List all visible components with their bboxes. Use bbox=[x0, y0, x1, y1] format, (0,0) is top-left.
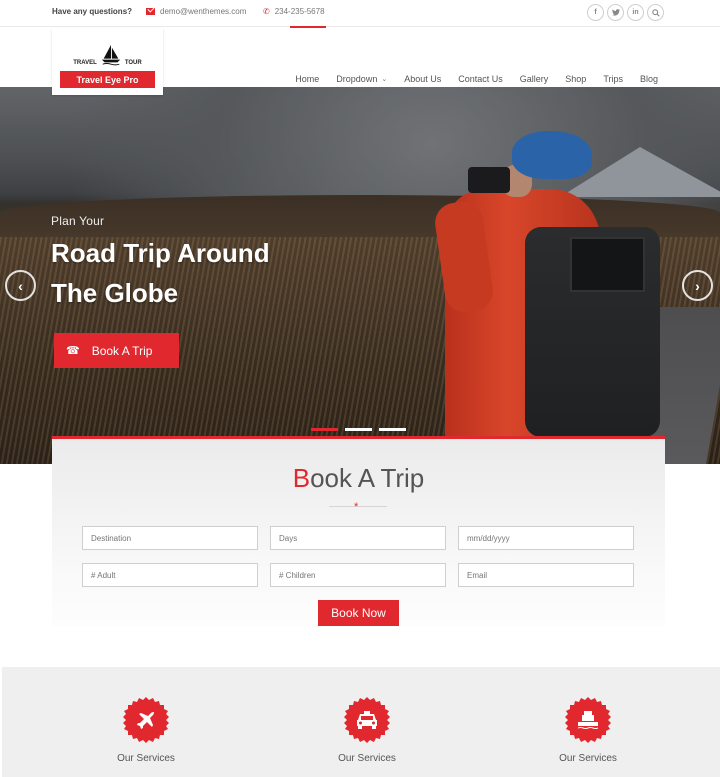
slider-next-button[interactable]: › bbox=[682, 270, 713, 301]
phone-icon: ☎ bbox=[66, 345, 80, 357]
logo-mark: TRAVEL TOUR bbox=[52, 44, 163, 66]
book-a-trip-button[interactable]: ☎ Book A Trip bbox=[54, 333, 179, 368]
linkedin-icon[interactable]: in bbox=[627, 4, 644, 21]
booking-title-initial: B bbox=[292, 463, 311, 493]
hero-slider: Plan Your Road Trip Around The Globe ☎ B… bbox=[0, 87, 720, 464]
service-item[interactable]: Our Services bbox=[287, 697, 447, 764]
service-label: Our Services bbox=[117, 753, 175, 764]
hero-photographer-image bbox=[432, 127, 670, 464]
book-now-button[interactable]: Book Now bbox=[318, 600, 399, 626]
nav-item-blog[interactable]: Blog bbox=[640, 74, 658, 84]
booking-title: Book A Trip bbox=[52, 463, 665, 494]
sailboat-icon bbox=[101, 44, 120, 66]
top-bar: Have any questions? demo@wenthemes.com ✆… bbox=[0, 0, 720, 27]
slider-dot-2[interactable] bbox=[345, 428, 372, 431]
main-nav: Home Dropdown ⌄ About Us Contact Us Gall… bbox=[295, 74, 658, 84]
nav-item-gallery[interactable]: Gallery bbox=[520, 74, 549, 84]
nav-item-contact-us[interactable]: Contact Us bbox=[458, 74, 503, 84]
service-label: Our Services bbox=[338, 753, 396, 764]
hero-title: Road Trip Around The Globe bbox=[51, 238, 270, 308]
logo-word-right: TOUR bbox=[124, 60, 142, 66]
hero-subtitle: Plan Your bbox=[51, 214, 105, 228]
envelope-icon bbox=[146, 8, 155, 15]
facebook-icon[interactable]: f bbox=[587, 4, 604, 21]
service-item[interactable]: Our Services bbox=[66, 697, 226, 764]
chevron-left-icon: ‹ bbox=[18, 277, 23, 294]
services-section: Our Services Our Services Our Services bbox=[2, 667, 720, 777]
nav-item-about-us[interactable]: About Us bbox=[404, 74, 441, 84]
search-icon[interactable] bbox=[647, 4, 664, 21]
nav-item-home[interactable]: Home bbox=[295, 74, 319, 84]
ship-icon bbox=[565, 697, 611, 743]
slider-pagination bbox=[311, 428, 406, 431]
taxi-icon bbox=[344, 697, 390, 743]
booking-title-rest: ook A Trip bbox=[310, 463, 425, 493]
plane-icon bbox=[123, 697, 169, 743]
nav-item-dropdown-label[interactable]: Dropdown bbox=[336, 74, 377, 84]
book-a-trip-label: Book A Trip bbox=[91, 343, 153, 358]
chevron-down-icon: ⌄ bbox=[381, 76, 388, 83]
contact-question: Have any questions? bbox=[52, 7, 133, 16]
date-input[interactable] bbox=[458, 526, 634, 550]
logo-word-left: TRAVEL bbox=[73, 60, 97, 66]
logo-band: Travel Eye Pro bbox=[60, 71, 155, 88]
booking-form: Book A Trip * Book Now bbox=[52, 436, 665, 626]
nav-item-dropdown[interactable]: Dropdown ⌄ bbox=[336, 74, 387, 84]
twitter-icon[interactable] bbox=[607, 4, 624, 21]
destination-input[interactable] bbox=[82, 526, 258, 550]
slider-dot-3[interactable] bbox=[379, 428, 406, 431]
service-item[interactable]: Our Services bbox=[508, 697, 668, 764]
nav-item-trips[interactable]: Trips bbox=[603, 74, 623, 84]
email-input[interactable] bbox=[458, 563, 634, 587]
contact-phone[interactable]: ✆ 234-235-5678 bbox=[263, 7, 325, 16]
children-input[interactable] bbox=[270, 563, 446, 587]
contact-email-text[interactable]: demo@wenthemes.com bbox=[160, 7, 246, 16]
service-label: Our Services bbox=[559, 753, 617, 764]
phone-icon: ✆ bbox=[263, 7, 270, 16]
asterisk-icon: * bbox=[354, 501, 359, 513]
site-logo[interactable]: TRAVEL TOUR Travel Eye Pro bbox=[52, 28, 163, 95]
adult-input[interactable] bbox=[82, 563, 258, 587]
slider-prev-button[interactable]: ‹ bbox=[5, 270, 36, 301]
chevron-right-icon: › bbox=[695, 277, 700, 294]
slider-dot-1[interactable] bbox=[311, 428, 338, 431]
contact-email[interactable]: demo@wenthemes.com bbox=[146, 7, 246, 16]
social-links: f in bbox=[587, 4, 664, 21]
nav-item-shop[interactable]: Shop bbox=[565, 74, 586, 84]
days-input[interactable] bbox=[270, 526, 446, 550]
contact-phone-text[interactable]: 234-235-5678 bbox=[275, 7, 325, 16]
